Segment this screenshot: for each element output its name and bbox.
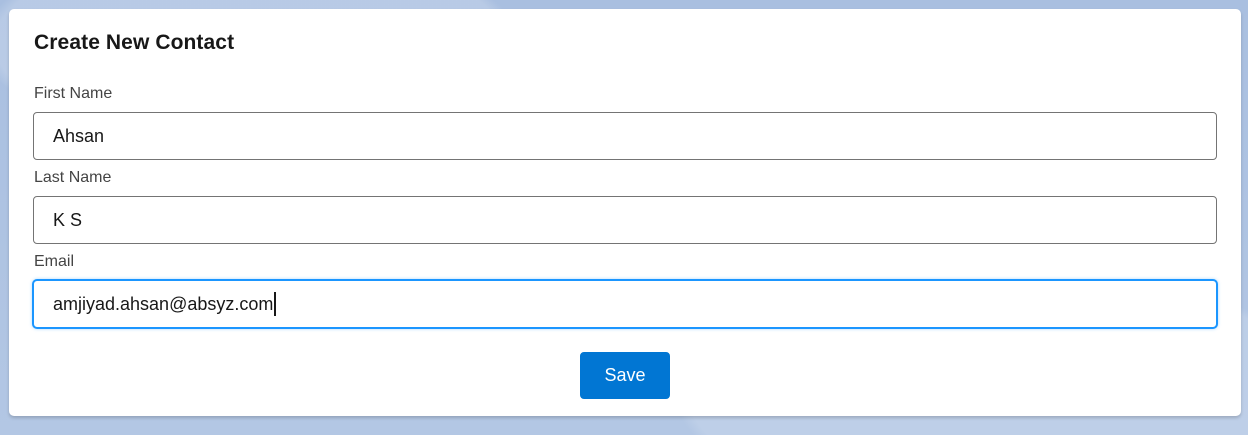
form-title: Create New Contact [34,31,235,54]
save-button[interactable]: Save [580,352,670,399]
email-label: Email [34,253,75,270]
first-name-label: First Name [34,85,113,102]
email-input[interactable] [33,280,1217,328]
text-caret [274,292,277,316]
create-contact-card: Create New Contact First Name Last Name … [9,9,1241,416]
last-name-input[interactable] [33,196,1217,244]
first-name-input[interactable] [33,112,1217,160]
last-name-label: Last Name [34,169,112,186]
